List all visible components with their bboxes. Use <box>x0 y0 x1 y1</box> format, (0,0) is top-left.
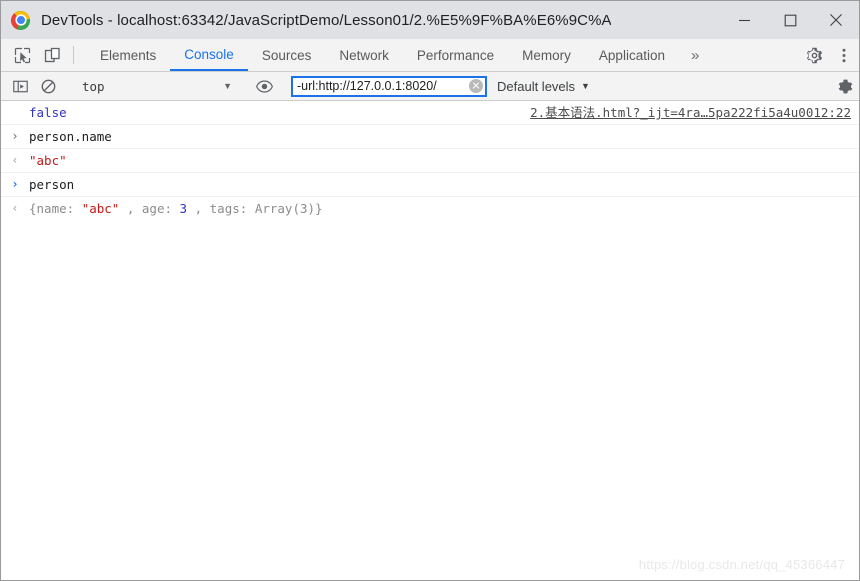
console-toolbar: top ▼ -url:http://127.0.0.1:8020/ Defaul… <box>1 72 859 101</box>
minimize-button[interactable] <box>721 1 767 39</box>
console-message[interactable]: › person <box>1 173 859 197</box>
console-token: person.name <box>29 129 112 144</box>
console-output-arrow-icon: ‹ <box>11 201 19 215</box>
inspect-element-icon <box>14 47 30 63</box>
console-sidebar-icon <box>12 80 28 92</box>
close-icon <box>830 14 842 26</box>
maximize-button[interactable] <box>767 1 813 39</box>
console-token: {name: <box>29 201 82 216</box>
devtools-main-menu-button[interactable] <box>829 47 859 64</box>
watermark: https://blog.csdn.net/qq_45366447 <box>638 557 845 572</box>
devtools-settings-button[interactable] <box>799 47 829 64</box>
tabstrip-divider <box>73 46 74 64</box>
console-message-list[interactable]: false 2.基本语法.html?_ijt=4ra…5pa222fi5a4u0… <box>1 101 859 580</box>
kebab-menu-icon <box>842 48 846 62</box>
console-input-arrow-icon: › <box>11 129 19 143</box>
console-settings-gear-icon <box>838 79 852 93</box>
console-output-arrow-icon: ‹ <box>11 153 19 167</box>
close-button[interactable] <box>813 1 859 39</box>
inspect-element-button[interactable] <box>7 39 37 71</box>
log-levels-label: Default levels <box>497 78 576 94</box>
tab-elements[interactable]: Elements <box>86 39 170 71</box>
devtools-window: DevTools - localhost:63342/JavaScriptDem… <box>0 0 860 581</box>
device-toolbar-button[interactable] <box>37 39 67 71</box>
maximize-icon <box>784 14 796 26</box>
chevron-down-icon: ▼ <box>223 80 232 91</box>
execution-context-selector[interactable]: top ▼ <box>75 76 237 97</box>
more-tabs-button[interactable]: » <box>679 39 711 71</box>
tab-memory[interactable]: Memory <box>508 39 585 71</box>
tab-network[interactable]: Network <box>325 39 403 71</box>
console-message[interactable]: false 2.基本语法.html?_ijt=4ra…5pa222fi5a4u0… <box>1 101 859 125</box>
console-filter-input[interactable]: -url:http://127.0.0.1:8020/ <box>291 75 487 97</box>
console-token: 3 <box>179 201 188 216</box>
console-sidebar-toggle-button[interactable] <box>6 73 34 100</box>
console-message-text: person.name <box>29 128 859 145</box>
console-message-text: "abc" <box>29 152 859 169</box>
console-message-text: person <box>29 176 859 193</box>
console-message[interactable]: ‹ "abc" <box>1 149 859 173</box>
live-expression-button[interactable] <box>250 73 278 100</box>
title-bar: DevTools - localhost:63342/JavaScriptDem… <box>1 1 859 39</box>
tab-application[interactable]: Application <box>585 39 679 71</box>
tab-performance[interactable]: Performance <box>403 39 508 71</box>
device-toolbar-icon <box>44 47 60 62</box>
gear-icon <box>806 47 822 63</box>
devtools-tab-strip: Elements Console Sources Network Perform… <box>1 39 859 72</box>
console-token: , age: <box>126 201 180 216</box>
clear-console-icon <box>41 79 55 93</box>
tabstrip-right-controls <box>786 39 859 71</box>
console-settings-button[interactable] <box>831 73 859 100</box>
live-expression-icon <box>255 79 273 93</box>
console-input-arrow-icon: › <box>11 177 19 191</box>
execution-context-value: top <box>82 78 105 94</box>
clear-console-button[interactable] <box>34 73 62 100</box>
console-source-link[interactable]: 2.基本语法.html?_ijt=4ra…5pa222fi5a4u0012:22 <box>530 104 851 121</box>
window-controls <box>721 1 859 39</box>
tab-sources[interactable]: Sources <box>248 39 326 71</box>
console-token: false <box>29 105 67 120</box>
console-message[interactable]: › person.name <box>1 125 859 149</box>
console-message[interactable]: ‹ {name: "abc" , age: 3 , tags: Array(3)… <box>1 197 859 220</box>
clear-filter-icon[interactable] <box>469 79 483 93</box>
console-message-text: {name: "abc" , age: 3 , tags: Array(3)} <box>29 200 859 217</box>
console-token: person <box>29 177 75 192</box>
console-token: , tags: Array(3)} <box>194 201 323 216</box>
console-filter-value: -url:http://127.0.0.1:8020/ <box>297 79 437 93</box>
minimize-icon <box>738 19 750 21</box>
chrome-logo-icon <box>11 10 30 30</box>
log-levels-selector[interactable]: Default levels ▼ <box>497 79 590 94</box>
window-title: DevTools - localhost:63342/JavaScriptDem… <box>41 11 611 29</box>
console-toolbar-right <box>818 73 859 100</box>
console-token: "abc" <box>29 153 67 168</box>
chevron-down-icon: ▼ <box>581 80 590 91</box>
console-token: "abc" <box>81 201 120 216</box>
tab-list: Elements Console Sources Network Perform… <box>86 39 711 71</box>
tab-console[interactable]: Console <box>170 39 248 71</box>
